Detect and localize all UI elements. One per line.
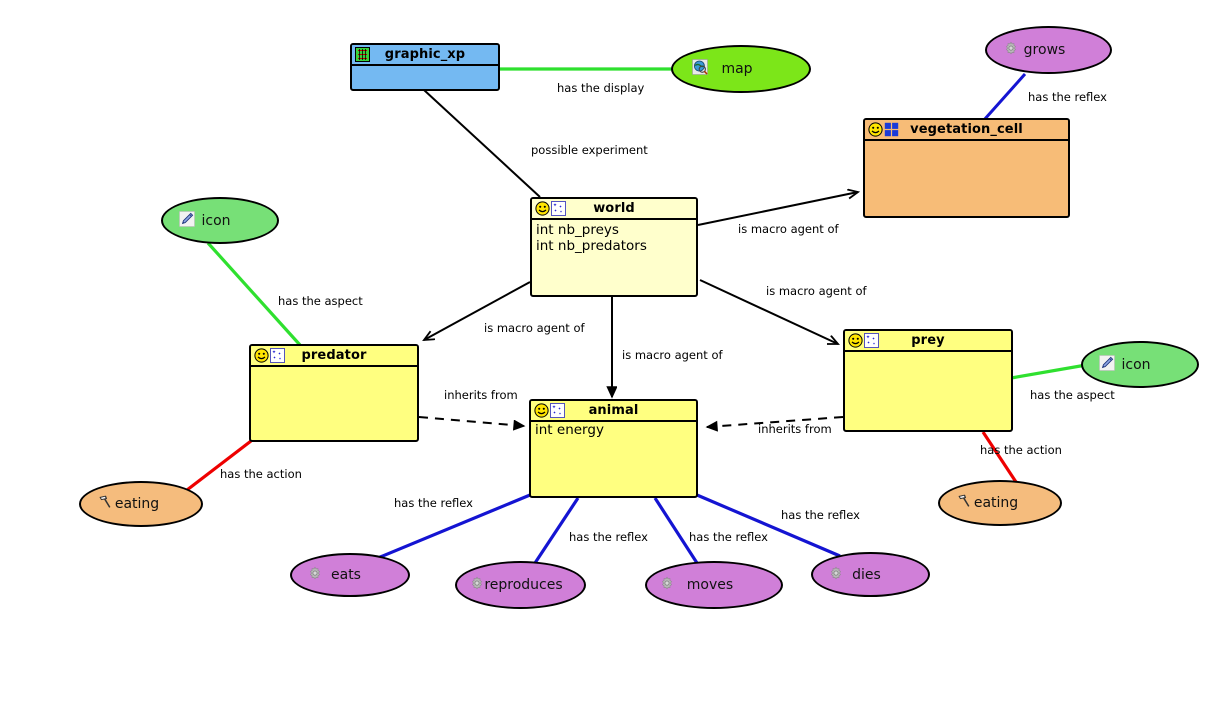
edge-label-inherits-from-left: inherits from — [444, 388, 518, 402]
class-box-world[interactable]: world int nb_preys int nb_predators — [530, 197, 698, 297]
pen-icon — [179, 210, 195, 231]
gear-icon — [829, 565, 843, 584]
edge-label-macro-agent-vegetation: is macro agent of — [738, 222, 839, 236]
smiley-icon — [254, 348, 269, 363]
species-icon — [270, 348, 285, 363]
class-header-world: world — [532, 199, 696, 220]
species-icon — [551, 201, 566, 216]
attribute-nb-preys: int nb_preys — [536, 222, 619, 238]
edge-label-has-the-reflex-dies: has the reflex — [781, 508, 860, 522]
smiley-icon — [868, 122, 883, 137]
smiley-icon — [848, 333, 863, 348]
edge-label-has-the-aspect-left: has the aspect — [278, 294, 363, 308]
class-icons-graphic-xp — [355, 47, 370, 62]
hammer-icon — [98, 494, 114, 514]
edge-label-has-the-reflex-reproduces: has the reflex — [569, 530, 648, 544]
edge-label-has-the-action-right: has the action — [980, 443, 1062, 457]
smiley-icon — [535, 201, 550, 216]
class-header-animal: animal — [531, 401, 696, 422]
gear-icon — [1004, 41, 1018, 60]
gear-icon — [660, 576, 674, 595]
class-icons-predator — [254, 348, 285, 363]
class-box-animal[interactable]: animal int energy — [529, 399, 698, 498]
class-header-prey: prey — [845, 331, 1011, 352]
class-header-graphic-xp: graphic_xp — [352, 45, 498, 66]
class-box-prey[interactable]: prey — [843, 329, 1013, 432]
grid-icon — [884, 122, 899, 137]
edge-label-has-the-reflex-grows: has the reflex — [1028, 90, 1107, 104]
edge-label-macro-agent-prey: is macro agent of — [766, 284, 867, 298]
gear-icon — [470, 576, 484, 595]
edge-label-has-the-reflex-moves: has the reflex — [689, 530, 768, 544]
class-icons-animal — [534, 403, 565, 418]
ellipse-dies[interactable]: dies — [811, 552, 930, 597]
ellipse-eating-left[interactable]: eating — [79, 481, 203, 527]
ellipse-eating-right[interactable]: eating — [938, 480, 1062, 526]
map-globe-icon — [692, 59, 708, 79]
diagram-edges — [186, 67, 1093, 564]
species-icon — [864, 333, 879, 348]
class-body-vegetation-cell — [865, 141, 1068, 143]
pen-icon — [1099, 354, 1115, 375]
attribute-energy: int energy — [535, 422, 604, 438]
diagram-canvas: has the display has the reflex possible … — [0, 0, 1205, 712]
ellipse-icon-left[interactable]: icon — [161, 197, 279, 244]
edge-label-has-the-aspect-right: has the aspect — [1030, 388, 1115, 402]
edge-label-possible-experiment: possible experiment — [531, 143, 648, 157]
edge-label-inherits-from-right: inherits from — [758, 422, 832, 436]
class-body-prey — [845, 352, 1011, 354]
ellipse-reproduces[interactable]: reproduces — [455, 561, 586, 609]
class-header-predator: predator — [251, 346, 417, 367]
class-icons-prey — [848, 333, 879, 348]
class-body-world: int nb_preys int nb_predators — [532, 220, 696, 254]
edge-label-has-the-reflex-eats: has the reflex — [394, 496, 473, 510]
class-title-graphic-xp: graphic_xp — [384, 47, 466, 62]
edge-label-macro-agent-animal: is macro agent of — [622, 348, 723, 362]
ellipse-moves[interactable]: moves — [645, 561, 783, 609]
species-icon — [550, 403, 565, 418]
edge-label-has-the-display: has the display — [557, 81, 645, 95]
ellipse-map[interactable]: map — [671, 45, 811, 93]
hammer-icon — [957, 493, 973, 513]
attribute-nb-predators: int nb_predators — [536, 238, 647, 254]
class-header-vegetation-cell: vegetation_cell — [865, 120, 1068, 141]
chart-grid-icon — [355, 47, 370, 62]
ellipse-grows[interactable]: grows — [985, 26, 1112, 74]
class-box-vegetation-cell[interactable]: vegetation_cell — [863, 118, 1070, 218]
edge-label-has-the-action-left: has the action — [220, 467, 302, 481]
ellipse-icon-right[interactable]: icon — [1081, 341, 1199, 388]
class-body-animal: int energy — [531, 422, 696, 438]
ellipse-eats[interactable]: eats — [290, 553, 410, 597]
class-body-predator — [251, 367, 417, 369]
edge-label-macro-agent-predator: is macro agent of — [484, 321, 585, 335]
smiley-icon — [534, 403, 549, 418]
class-box-predator[interactable]: predator — [249, 344, 419, 442]
class-icons-vegetation-cell — [868, 122, 899, 137]
class-icons-world — [535, 201, 566, 216]
gear-icon — [308, 566, 322, 585]
class-box-graphic-xp[interactable]: graphic_xp — [350, 43, 500, 91]
class-body-graphic-xp — [352, 66, 498, 68]
